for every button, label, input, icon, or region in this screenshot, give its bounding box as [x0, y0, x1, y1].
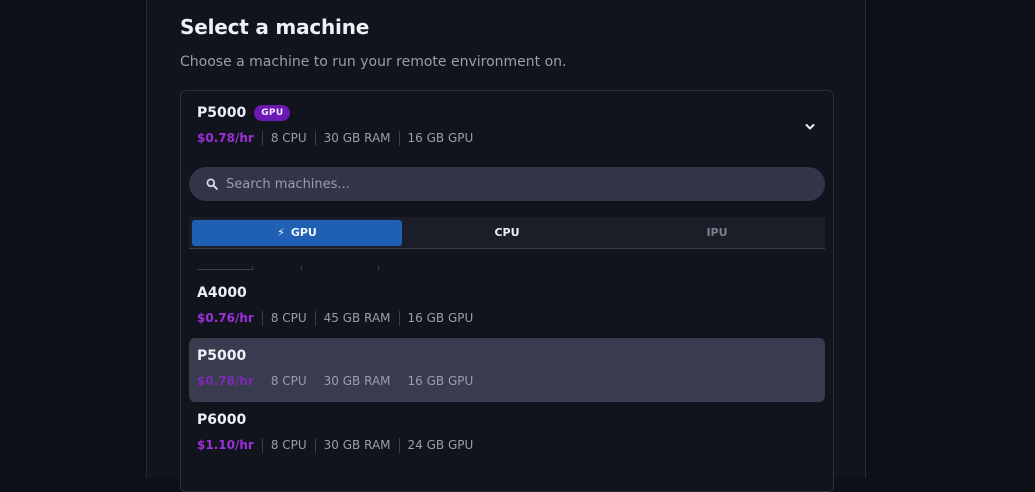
page-subtitle: Choose a machine to run your remote envi…: [180, 54, 567, 70]
selected-machine-name: P5000: [197, 105, 247, 121]
machine-item-p6000[interactable]: P6000 $1.10/hr 8 CPU 30 GB RAM 24 GB GPU: [189, 402, 825, 466]
tab-cpu-label: CPU: [494, 226, 520, 239]
machine-item-a4000[interactable]: A4000 $0.76/hr 8 CPU 45 GB RAM 16 GB GPU: [189, 275, 825, 339]
price-label: $0.78/hr: [197, 374, 254, 388]
gpu-label: 16 GB GPU: [398, 374, 482, 389]
tab-gpu-label: GPU: [290, 226, 317, 239]
search-bar: [189, 167, 825, 201]
machine-item-name: A4000: [197, 285, 247, 301]
tab-gpu[interactable]: ⚡ GPU: [192, 219, 402, 246]
machine-item-specs: $1.10/hr 8 CPU 30 GB RAM 24 GB GPU: [197, 438, 481, 453]
machine-item-name: P6000: [197, 412, 247, 428]
machine-selector: P5000 GPU $0.78/hr 8 CPU 30 GB RAM 16 GB…: [180, 90, 834, 492]
ram-label: 30 GB RAM: [314, 438, 399, 453]
machine-item-name: P5000: [197, 348, 247, 364]
machine-type-badge: GPU: [254, 105, 291, 121]
gpu-label: 16 GB GPU: [398, 131, 482, 146]
cpu-label: 8 CPU: [261, 438, 315, 453]
tab-ipu[interactable]: IPU: [612, 220, 822, 246]
machine-item-specs: $0.78/hr 8 CPU 30 GB RAM 16 GB GPU: [197, 374, 481, 389]
ram-label: 30 GB RAM: [314, 131, 399, 146]
machine-list[interactable]: A4000 $0.76/hr 8 CPU 45 GB RAM 16 GB GPU…: [189, 255, 825, 491]
clipped-list-item: [197, 266, 389, 270]
selected-machine-specs: $0.78/hr 8 CPU 30 GB RAM 16 GB GPU: [197, 131, 481, 146]
ram-label: 30 GB RAM: [314, 374, 399, 389]
search-input[interactable]: [224, 175, 808, 193]
search-icon: [206, 178, 218, 190]
cpu-label: 8 CPU: [261, 311, 315, 326]
cpu-label: 8 CPU: [261, 131, 315, 146]
tab-ipu-label: IPU: [706, 226, 728, 239]
machine-type-tabs: ⚡ GPU CPU IPU: [189, 217, 825, 249]
page-title: Select a machine: [180, 15, 370, 39]
chevron-down-icon[interactable]: [803, 120, 817, 134]
machine-panel: Select a machine Choose a machine to run…: [146, 0, 866, 492]
price-label: $0.76/hr: [197, 311, 254, 325]
ram-label: 45 GB RAM: [314, 311, 399, 326]
machine-item-specs: $0.76/hr 8 CPU 45 GB RAM 16 GB GPU: [197, 311, 481, 326]
gpu-label: 24 GB GPU: [398, 438, 482, 453]
price-label: $0.78/hr: [197, 131, 254, 145]
price-label: $1.10/hr: [197, 438, 254, 452]
cpu-label: 8 CPU: [261, 374, 315, 389]
lightning-icon: ⚡: [277, 226, 285, 239]
gpu-label: 16 GB GPU: [398, 311, 482, 326]
machine-item-p5000[interactable]: P5000 $0.78/hr 8 CPU 30 GB RAM 16 GB GPU: [189, 338, 825, 402]
tab-cpu[interactable]: CPU: [402, 220, 612, 246]
